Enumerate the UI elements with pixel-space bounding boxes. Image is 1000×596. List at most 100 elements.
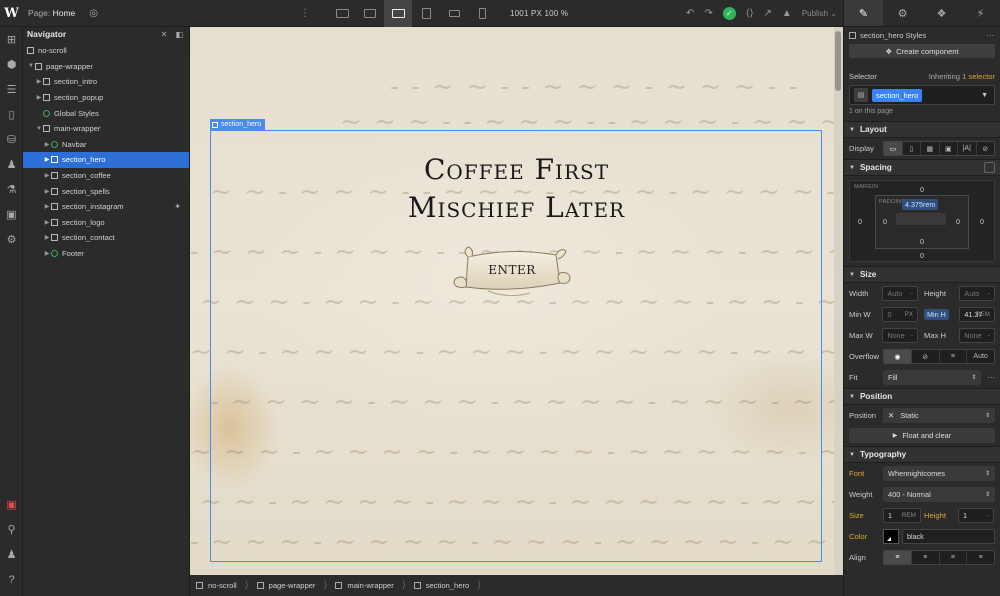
tree-item-section-contact[interactable]: ▶ section_contact [23, 230, 189, 246]
max-width-field[interactable]: None - [882, 328, 919, 343]
align-left-icon[interactable]: ≡ [884, 551, 912, 564]
weight-select[interactable]: 400 - Normal ⇕ [883, 487, 995, 502]
line-height-field[interactable]: 1- [958, 508, 994, 523]
more-options-icon[interactable]: ⋯ [987, 373, 995, 382]
align-right-icon[interactable]: ≡ [940, 551, 968, 564]
team-icon[interactable]: ▲ [782, 8, 792, 19]
breadcrumb-item[interactable]: no-scroll [196, 581, 245, 590]
tree-item-footer[interactable]: ▶ Footer [23, 246, 189, 262]
mobile-portrait-breakpoint-icon[interactable] [468, 0, 496, 27]
float-and-clear-button[interactable]: ▶ Float and clear [849, 428, 995, 443]
caret-right-icon[interactable]: ▶ [35, 78, 43, 85]
webflow-logo-icon[interactable]: W [0, 0, 23, 27]
tab-interactions-bolt-icon[interactable]: ⚡ [961, 0, 1000, 26]
font-size-unit[interactable]: REM [902, 512, 916, 519]
tree-item-section-instagram[interactable]: ▶ section_instagram ✦ [23, 199, 189, 215]
more-dots-icon[interactable]: ⋮ [300, 8, 310, 19]
settings-gear-icon[interactable]: ⚙ [0, 227, 23, 252]
position-select[interactable]: ✕ Static ⇕ [883, 408, 995, 423]
layout-section-header[interactable]: ▼ Layout [844, 121, 1000, 138]
margin-top-value[interactable]: 0 [920, 185, 924, 194]
min-height-unit[interactable]: REM [976, 311, 990, 318]
fit-select[interactable]: Fill ⇕ [883, 370, 982, 385]
selector-field[interactable]: ▤ section_hero ▼ [849, 85, 995, 105]
enter-scroll-button[interactable]: ENTER [448, 243, 576, 305]
margin-bottom-value[interactable]: 0 [920, 251, 924, 260]
tree-item-section-intro[interactable]: ▶ section_intro [23, 74, 189, 90]
caret-right-icon[interactable]: ▶ [43, 234, 51, 241]
cms-icon[interactable]: ⛁ [0, 127, 23, 152]
typography-section-header[interactable]: ▼ Typography [844, 446, 1000, 463]
tree-item-section-spells[interactable]: ▶ section_spells [23, 183, 189, 199]
community-icon[interactable]: ♟ [0, 542, 23, 567]
padding-bottom-value[interactable]: 0 [920, 237, 924, 246]
spacing-mode-icon[interactable] [984, 162, 995, 173]
help-icon[interactable]: ? [0, 567, 23, 592]
caret-right-icon[interactable]: ▶ [43, 172, 51, 179]
min-height-field[interactable]: 41.37 REM [959, 307, 995, 322]
caret-right-icon[interactable]: ▶ [43, 156, 51, 163]
min-width-field[interactable]: 0 PX [882, 307, 919, 322]
tree-item-section-hero[interactable]: ▶ section_hero [23, 152, 189, 168]
overflow-visible-eye-icon[interactable]: ◉ [884, 350, 912, 363]
tree-item-section-logo[interactable]: ▶ section_logo [23, 215, 189, 231]
pages-icon[interactable]: ▯ [0, 102, 23, 127]
margin-left-value[interactable]: 0 [858, 217, 862, 226]
padding-right-value[interactable]: 0 [956, 217, 960, 226]
tab-style-brush-icon[interactable]: ✎ [844, 0, 883, 26]
tree-item-page-wrapper[interactable]: ▼ page-wrapper [23, 59, 189, 75]
breadcrumb-item[interactable]: section_hero [413, 581, 477, 590]
size-section-header[interactable]: ▼ Size [844, 266, 1000, 283]
inheriting-info[interactable]: Inheriting 1 selector [929, 72, 995, 81]
navigator-icon[interactable]: ☰ [0, 77, 23, 102]
audit-icon[interactable]: ▣ [0, 492, 23, 517]
caret-right-icon[interactable]: ▶ [35, 94, 43, 101]
code-icon[interactable]: ⟨⟩ [746, 8, 754, 19]
create-component-button[interactable]: ❖ Create component [849, 44, 995, 58]
preview-eye-icon[interactable]: ◎ [89, 8, 98, 19]
tree-item-section-popup[interactable]: ▶ section_popup [23, 90, 189, 106]
tablet-breakpoint-icon[interactable] [412, 0, 440, 27]
caret-right-icon[interactable]: ▶ [43, 250, 51, 257]
overflow-hidden-icon[interactable]: ⊘ [912, 350, 940, 363]
overflow-auto-button[interactable]: Auto [967, 350, 994, 363]
chevron-down-icon[interactable]: ▼ [981, 92, 988, 99]
display-flex-icon[interactable]: ▯ [903, 142, 921, 155]
tab-style-manager-icon[interactable]: ❖ [922, 0, 961, 26]
min-width-unit[interactable]: PX [904, 311, 913, 318]
ecommerce-icon[interactable]: ⚗ [0, 177, 23, 202]
design-canvas[interactable]: - - ~ ~ - - ~ ~ ~ - ~ ~ ~ - - ~ ~ ~ - - … [190, 27, 843, 575]
display-inline-icon[interactable]: |A| [958, 142, 977, 155]
desktop-large-breakpoint-icon[interactable] [328, 0, 356, 27]
caret-right-icon[interactable]: ▶ [43, 203, 51, 210]
canvas-scrollbar[interactable] [834, 27, 843, 575]
width-field[interactable]: Auto - [882, 286, 919, 301]
status-check-icon[interactable]: ✓ [722, 7, 736, 20]
page-selector[interactable]: Page: Home [28, 8, 75, 18]
padding-left-value[interactable]: 0 [883, 217, 887, 226]
desktop-medium-breakpoint-icon[interactable] [356, 0, 384, 27]
collapse-all-icon[interactable]: ✕ [161, 30, 168, 39]
more-options-icon[interactable]: ⋯ [986, 31, 994, 40]
interaction-bolt-icon[interactable]: ✦ [174, 202, 181, 211]
selected-element-tag[interactable]: section_hero [210, 119, 266, 130]
height-field[interactable]: Auto - [959, 286, 995, 301]
display-none-icon[interactable]: ⊘ [977, 142, 995, 155]
display-grid-icon[interactable]: ▦ [921, 142, 940, 155]
export-icon[interactable]: ↗ [764, 8, 772, 19]
color-field[interactable]: black [902, 529, 995, 544]
align-center-icon[interactable]: ≡ [912, 551, 940, 564]
margin-right-value[interactable]: 0 [980, 217, 984, 226]
desktop-base-breakpoint-icon[interactable] [384, 0, 412, 27]
caret-right-icon[interactable]: ▶ [43, 219, 51, 226]
search-icon[interactable]: ⚲ [0, 517, 23, 542]
scrollbar-thumb[interactable] [835, 31, 841, 91]
selector-chip[interactable]: section_hero [872, 88, 923, 102]
spacing-section-header[interactable]: ▼ Spacing [844, 159, 1000, 176]
tree-item-main-wrapper[interactable]: ▼ main-wrapper [23, 121, 189, 137]
symbols-icon[interactable]: ⬢ [0, 52, 23, 77]
breadcrumb-item[interactable]: page-wrapper [256, 581, 324, 590]
add-panel-icon[interactable]: ⊞ [0, 27, 23, 52]
position-section-header[interactable]: ▼ Position [844, 388, 1000, 405]
tab-settings-gear-icon[interactable]: ⚙ [883, 0, 922, 26]
